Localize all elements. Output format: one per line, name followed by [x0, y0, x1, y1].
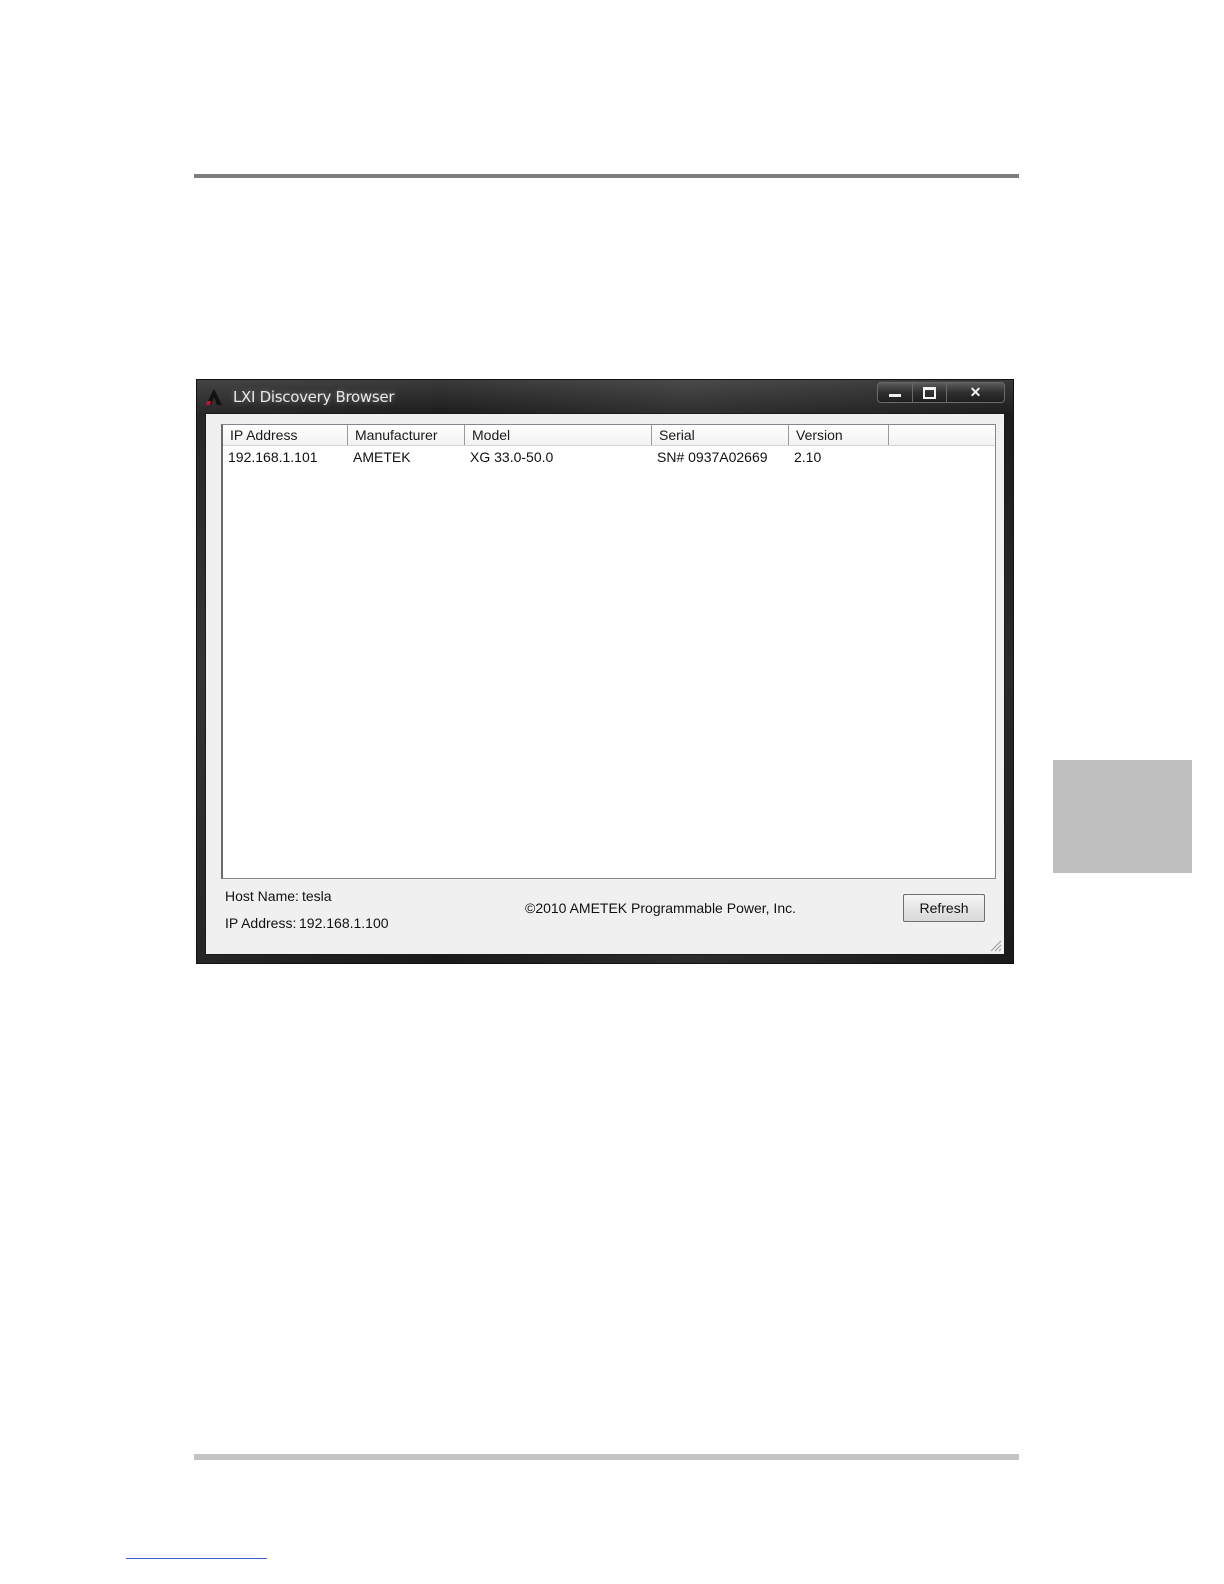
- refresh-button[interactable]: Refresh: [903, 894, 985, 922]
- device-list-header: IP Address Manufacturer Model Serial Ver…: [223, 425, 995, 446]
- column-header-model[interactable]: Model: [465, 425, 652, 445]
- resize-grip-icon[interactable]: [988, 938, 1002, 952]
- minimize-icon: [889, 394, 901, 397]
- app-icon[interactable]: [205, 388, 223, 406]
- maximize-button[interactable]: [913, 382, 947, 403]
- column-header-filler: [889, 425, 995, 445]
- ip-address-value: 192.168.1.100: [299, 915, 389, 931]
- cell-version: 2.10: [794, 449, 822, 465]
- column-header-version[interactable]: Version: [789, 425, 889, 445]
- table-row[interactable]: 192.168.1.101 AMETEK XG 33.0-50.0 SN# 09…: [223, 447, 889, 467]
- lxi-discovery-window: LXI Discovery Browser ✕ IP Address Manuf…: [196, 379, 1014, 964]
- window-titlebar[interactable]: LXI Discovery Browser ✕: [197, 380, 1013, 412]
- minimize-button[interactable]: [877, 382, 913, 403]
- cell-ip-address: 192.168.1.101: [228, 449, 318, 465]
- column-header-serial[interactable]: Serial: [652, 425, 789, 445]
- ip-address-label: IP Address:: [225, 915, 297, 931]
- copyright-notice: ©2010 AMETEK Programmable Power, Inc.: [525, 900, 796, 916]
- window-title: LXI Discovery Browser: [233, 388, 395, 406]
- chapter-side-tab: [1053, 760, 1192, 873]
- page-footer-rule: [194, 1454, 1019, 1460]
- device-list[interactable]: IP Address Manufacturer Model Serial Ver…: [221, 424, 996, 879]
- window-client-area: IP Address Manufacturer Model Serial Ver…: [205, 413, 1005, 955]
- cell-manufacturer: AMETEK: [353, 449, 411, 465]
- footer-link-underline: [126, 1558, 267, 1559]
- cell-model: XG 33.0-50.0: [470, 449, 554, 465]
- column-header-ip-address[interactable]: IP Address: [223, 425, 348, 445]
- maximize-icon: [923, 386, 936, 399]
- close-button[interactable]: ✕: [947, 382, 1005, 403]
- caption-buttons: ✕: [877, 382, 1005, 403]
- page-header-rule: [194, 174, 1019, 178]
- host-name-label: Host Name:: [225, 888, 299, 904]
- host-name-value: tesla: [302, 888, 332, 904]
- cell-serial: SN# 0937A02669: [657, 449, 768, 465]
- close-icon: ✕: [969, 384, 982, 400]
- column-header-manufacturer[interactable]: Manufacturer: [348, 425, 465, 445]
